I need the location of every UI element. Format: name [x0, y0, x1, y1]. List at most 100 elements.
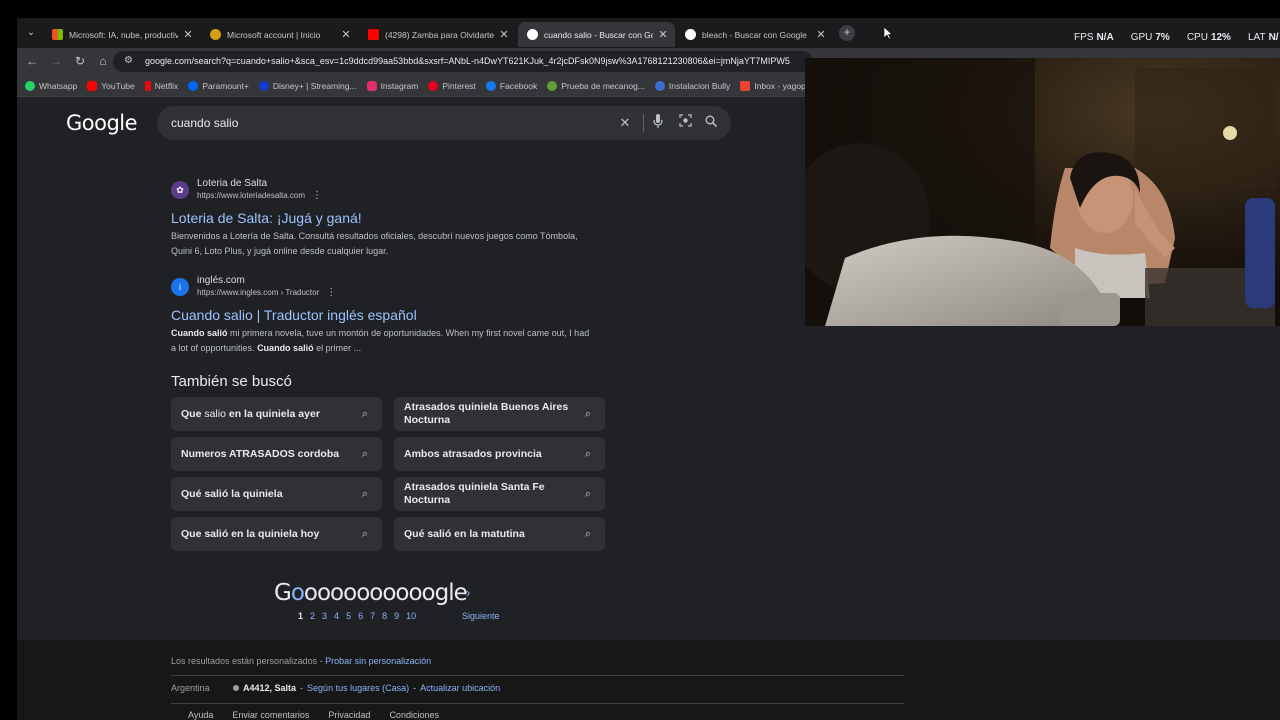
next-page-link[interactable]: Siguiente: [462, 611, 500, 621]
page-numbers: 1 2 3 4 5 6 7 8 9 10: [298, 611, 416, 621]
try-without-personalization-link[interactable]: Probar sin personalización: [325, 656, 431, 666]
page-link[interactable]: 6: [358, 611, 363, 621]
new-tab-button[interactable]: +: [839, 25, 855, 41]
typing-test-icon: [547, 80, 558, 91]
tab-bleach[interactable]: bleach - Buscar con Google ✕: [676, 22, 833, 47]
related-search-chip[interactable]: Ambos atrasados provincia ⌕: [394, 437, 605, 471]
search-icon: ⌕: [584, 487, 592, 500]
loteria-favicon-icon: ✿: [171, 181, 189, 199]
bookmark-whatsapp[interactable]: Whatsapp: [25, 80, 77, 91]
update-location-link[interactable]: Actualizar ubicación: [420, 683, 500, 693]
result-snippet: Bienvenidos a Lotería de Salta. Consultá…: [171, 229, 611, 259]
youtube-icon: [87, 80, 98, 91]
page-link[interactable]: 8: [382, 611, 387, 621]
related-search-chip[interactable]: Qué salió la quiniela ⌕: [171, 477, 382, 511]
related-search-label: Qué salió la quiniela: [181, 487, 283, 500]
webcam-feed-image: [805, 58, 1280, 326]
feedback-link[interactable]: Enviar comentarios: [232, 710, 309, 720]
home-icon[interactable]: ⌂: [95, 53, 111, 69]
search-divider: [643, 114, 644, 132]
related-search-chip[interactable]: Atrasados quiniela Santa Fe Nocturna ⌕: [394, 477, 605, 511]
back-arrow-icon[interactable]: ←: [24, 53, 40, 69]
tab-cuando-salio[interactable]: cuando salio - Buscar con Goog ✕: [518, 22, 675, 47]
page-link[interactable]: 2: [310, 611, 315, 621]
privacy-link[interactable]: Privacidad: [328, 710, 370, 720]
search-icon[interactable]: [702, 114, 720, 132]
result-source[interactable]: ✿ Loteria de Salta https://www.loteriade…: [171, 178, 611, 202]
close-tab-icon[interactable]: ✕: [815, 28, 827, 41]
result-title-link[interactable]: Cuando salio | Traductor inglés español: [171, 306, 611, 324]
page-link[interactable]: 10: [406, 611, 416, 621]
related-search-chip[interactable]: Qué salió en la matutina ⌕: [394, 517, 605, 551]
related-search-chip[interactable]: Numeros ATRASADOS cordoba ⌕: [171, 437, 382, 471]
address-bar[interactable]: ⚙ google.com/search?q=cuando+salio+&sca_…: [113, 51, 813, 72]
result-snippet: Cuando salió mi primera novela, tuve un …: [171, 326, 611, 356]
footer-links: Ayuda Enviar comentarios Privacidad Cond…: [188, 710, 439, 720]
search-icon: ⌕: [584, 407, 592, 420]
related-search-chip[interactable]: Atrasados quiniela Buenos Aires Nocturna…: [394, 397, 605, 431]
snippet-line: Cuando salió mi primera novela, tuve un …: [171, 328, 590, 338]
result-url: https://www.ingles.com › Traductor: [197, 288, 320, 297]
lat-stat: LAT N/: [1247, 32, 1279, 43]
microphone-icon[interactable]: [649, 114, 667, 132]
bookmark-paramount[interactable]: Paramount+: [188, 80, 249, 91]
footer-country: Argentina: [171, 683, 210, 693]
google-logo[interactable]: Google: [66, 111, 138, 135]
reload-icon[interactable]: ↻: [72, 53, 88, 69]
related-search-label: Ambos atrasados provincia: [404, 447, 542, 460]
close-tab-icon[interactable]: ✕: [498, 28, 510, 41]
location-dot-icon: [233, 685, 239, 691]
result-site-name: inglés.com: [197, 275, 245, 286]
result-source[interactable]: i inglés.com https://www.ingles.com › Tr…: [171, 275, 611, 299]
gmail-icon: [740, 80, 751, 91]
more-options-icon[interactable]: ⋮: [326, 287, 336, 299]
instagram-icon: [366, 80, 377, 91]
netflix-icon: [144, 80, 151, 91]
tab-search-menu-icon[interactable]: ⌄: [22, 24, 40, 42]
bookmark-pinterest[interactable]: Pinterest: [428, 80, 476, 91]
page-link[interactable]: 7: [370, 611, 375, 621]
snippet-line: Quini 6, Loto Plus, y jugá online desde …: [171, 246, 389, 256]
search-box[interactable]: cuando salio ✕: [157, 106, 731, 140]
related-search-chip[interactable]: Que salió en la quiniela hoy ⌕: [171, 517, 382, 551]
bookmark-bully[interactable]: Instalacion Bully: [654, 80, 730, 91]
forward-arrow-icon[interactable]: →: [48, 53, 64, 69]
page-link[interactable]: 4: [334, 611, 339, 621]
google-favicon-icon: [685, 29, 696, 40]
search-icon: ⌕: [361, 407, 369, 420]
close-tab-icon[interactable]: ✕: [182, 28, 194, 41]
tab-youtube[interactable]: (4298) Zamba para Olvidarte - ✕: [359, 22, 516, 47]
related-search-chip[interactable]: Que salio en la quiniela ayer ⌕: [171, 397, 382, 431]
location-source-link[interactable]: Según tus lugares (Casa): [307, 683, 409, 693]
chevron-right-icon[interactable]: ›: [466, 585, 470, 600]
search-input[interactable]: cuando salio: [171, 116, 238, 130]
bookmark-instagram[interactable]: Instagram: [366, 80, 418, 91]
close-tab-icon[interactable]: ✕: [657, 28, 669, 41]
bookmark-netflix[interactable]: Netflix: [144, 80, 178, 91]
page-link[interactable]: 5: [346, 611, 351, 621]
bookmark-facebook[interactable]: Facebook: [485, 80, 537, 91]
result-title-link[interactable]: Loteria de Salta: ¡Jugá y ganá!: [171, 209, 611, 227]
search-icon: ⌕: [361, 527, 369, 540]
more-options-icon[interactable]: ⋮: [312, 190, 322, 202]
footer-divider: [171, 675, 904, 676]
page-link[interactable]: 9: [394, 611, 399, 621]
bookmark-youtube[interactable]: YouTube: [87, 80, 135, 91]
search-icon: ⌕: [361, 447, 369, 460]
search-icon: ⌕: [584, 447, 592, 460]
help-link[interactable]: Ayuda: [188, 710, 213, 720]
site-info-icon[interactable]: ⚙: [124, 55, 133, 66]
search-icon: ⌕: [361, 487, 369, 500]
page-link[interactable]: 3: [322, 611, 327, 621]
youtube-favicon-icon: [368, 29, 379, 40]
paramount-icon: [188, 80, 199, 91]
tab-microsoft[interactable]: Microsoft: IA, nube, productivid ✕: [43, 22, 200, 47]
camera-lens-icon[interactable]: [676, 114, 694, 132]
clear-search-icon[interactable]: ✕: [616, 114, 634, 132]
tab-microsoft-account[interactable]: Microsoft account | Inicio ✕: [201, 22, 358, 47]
bookmark-mecanografia[interactable]: Prueba de mecanog...: [547, 80, 645, 91]
terms-link[interactable]: Condiciones: [389, 710, 439, 720]
bookmark-disney[interactable]: Disney+ | Streaming...: [258, 80, 357, 91]
close-tab-icon[interactable]: ✕: [340, 28, 352, 41]
tab-title: cuando salio - Buscar con Goog: [544, 29, 653, 40]
